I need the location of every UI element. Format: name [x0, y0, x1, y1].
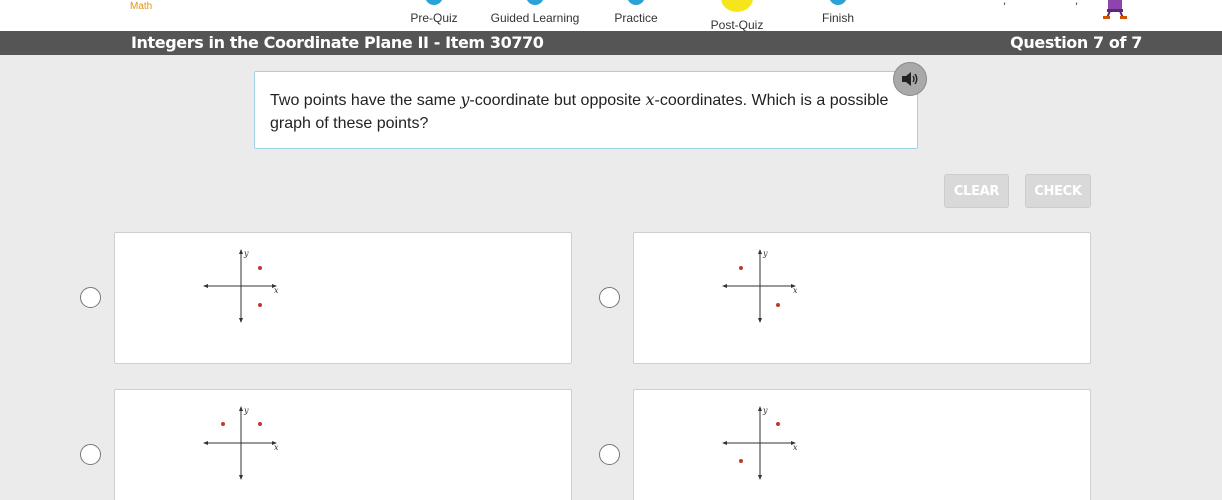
point-marker — [258, 303, 262, 307]
step-label: Guided Learning — [490, 11, 580, 25]
y-axis-label: y — [243, 406, 249, 415]
question-prompt: Two points have the same y-coordinate bu… — [254, 71, 918, 149]
point-marker — [739, 266, 743, 270]
mascot-icon — [1103, 0, 1127, 19]
step-pre-quiz[interactable]: Pre-Quiz — [389, 0, 479, 31]
top-nav: Math Pre-Quiz Guided Learning Practice P… — [0, 0, 1222, 31]
coordinate-graph: y x — [203, 406, 279, 480]
coordinate-graph: y x — [722, 249, 798, 323]
subject-label: Math — [130, 1, 153, 12]
step-label: Post-Quiz — [710, 18, 764, 32]
speaker-icon — [902, 72, 918, 86]
arrow-down-icon — [758, 475, 762, 480]
option-a-card[interactable]: y x — [114, 232, 572, 364]
step-label: Finish — [821, 11, 854, 25]
arrow-up-icon — [239, 249, 243, 254]
step-guided-learning[interactable]: Guided Learning — [490, 0, 580, 31]
question-counter: Question 7 of 7 — [1010, 33, 1142, 52]
point-marker — [221, 422, 225, 426]
step-indicator-current-icon — [721, 0, 753, 12]
step-post-quiz[interactable]: Post-Quiz — [692, 0, 782, 31]
option-b-radio[interactable] — [599, 287, 620, 308]
y-axis-label: y — [243, 249, 249, 258]
arrow-up-icon — [239, 406, 243, 411]
point-marker — [776, 303, 780, 307]
coordinate-graph: y x — [203, 249, 279, 323]
page-title: Integers in the Coordinate Plane II - It… — [131, 33, 544, 52]
step-indicator-icon — [829, 0, 847, 5]
option-c-radio[interactable] — [80, 444, 101, 465]
arrow-up-icon — [758, 406, 762, 411]
check-button[interactable]: CHECK — [1025, 174, 1091, 208]
decorative-mark-icon: , — [1003, 0, 1007, 7]
arrow-left-icon — [203, 284, 208, 288]
clear-button[interactable]: CLEAR — [944, 174, 1009, 208]
title-bar: Integers in the Coordinate Plane II - It… — [0, 31, 1222, 55]
arrow-down-icon — [758, 318, 762, 323]
arrow-left-icon — [722, 441, 727, 445]
step-practice[interactable]: Practice — [591, 0, 681, 31]
arrow-down-icon — [239, 318, 243, 323]
option-d-radio[interactable] — [599, 444, 620, 465]
option-d-card[interactable]: y x — [633, 389, 1091, 500]
option-c-card[interactable]: y x — [114, 389, 572, 500]
step-label: Practice — [614, 11, 658, 25]
arrow-left-icon — [203, 441, 208, 445]
step-finish[interactable]: Finish — [793, 0, 883, 31]
question-text: Two points have the same — [270, 92, 461, 109]
point-marker — [739, 459, 743, 463]
y-axis-label: y — [762, 249, 768, 258]
point-marker — [258, 422, 262, 426]
arrow-down-icon — [239, 475, 243, 480]
step-indicator-icon — [627, 0, 645, 5]
x-axis-label: x — [274, 443, 279, 452]
option-b-card[interactable]: y x — [633, 232, 1091, 364]
x-axis-label: x — [793, 443, 798, 452]
coordinate-graph: y x — [722, 406, 798, 480]
arrow-up-icon — [758, 249, 762, 254]
point-marker — [776, 422, 780, 426]
audio-button[interactable] — [893, 62, 927, 96]
step-label: Pre-Quiz — [410, 11, 458, 25]
step-indicator-icon — [526, 0, 544, 5]
x-axis-label: x — [274, 286, 279, 295]
question-text: -coordinate but opposite — [469, 92, 646, 109]
x-axis-label: x — [793, 286, 798, 295]
decorative-mark-icon: , — [1075, 0, 1079, 7]
option-a-radio[interactable] — [80, 287, 101, 308]
variable-x: x — [645, 90, 655, 109]
step-indicator-icon — [425, 0, 443, 5]
arrow-left-icon — [722, 284, 727, 288]
y-axis-label: y — [762, 406, 768, 415]
point-marker — [258, 266, 262, 270]
